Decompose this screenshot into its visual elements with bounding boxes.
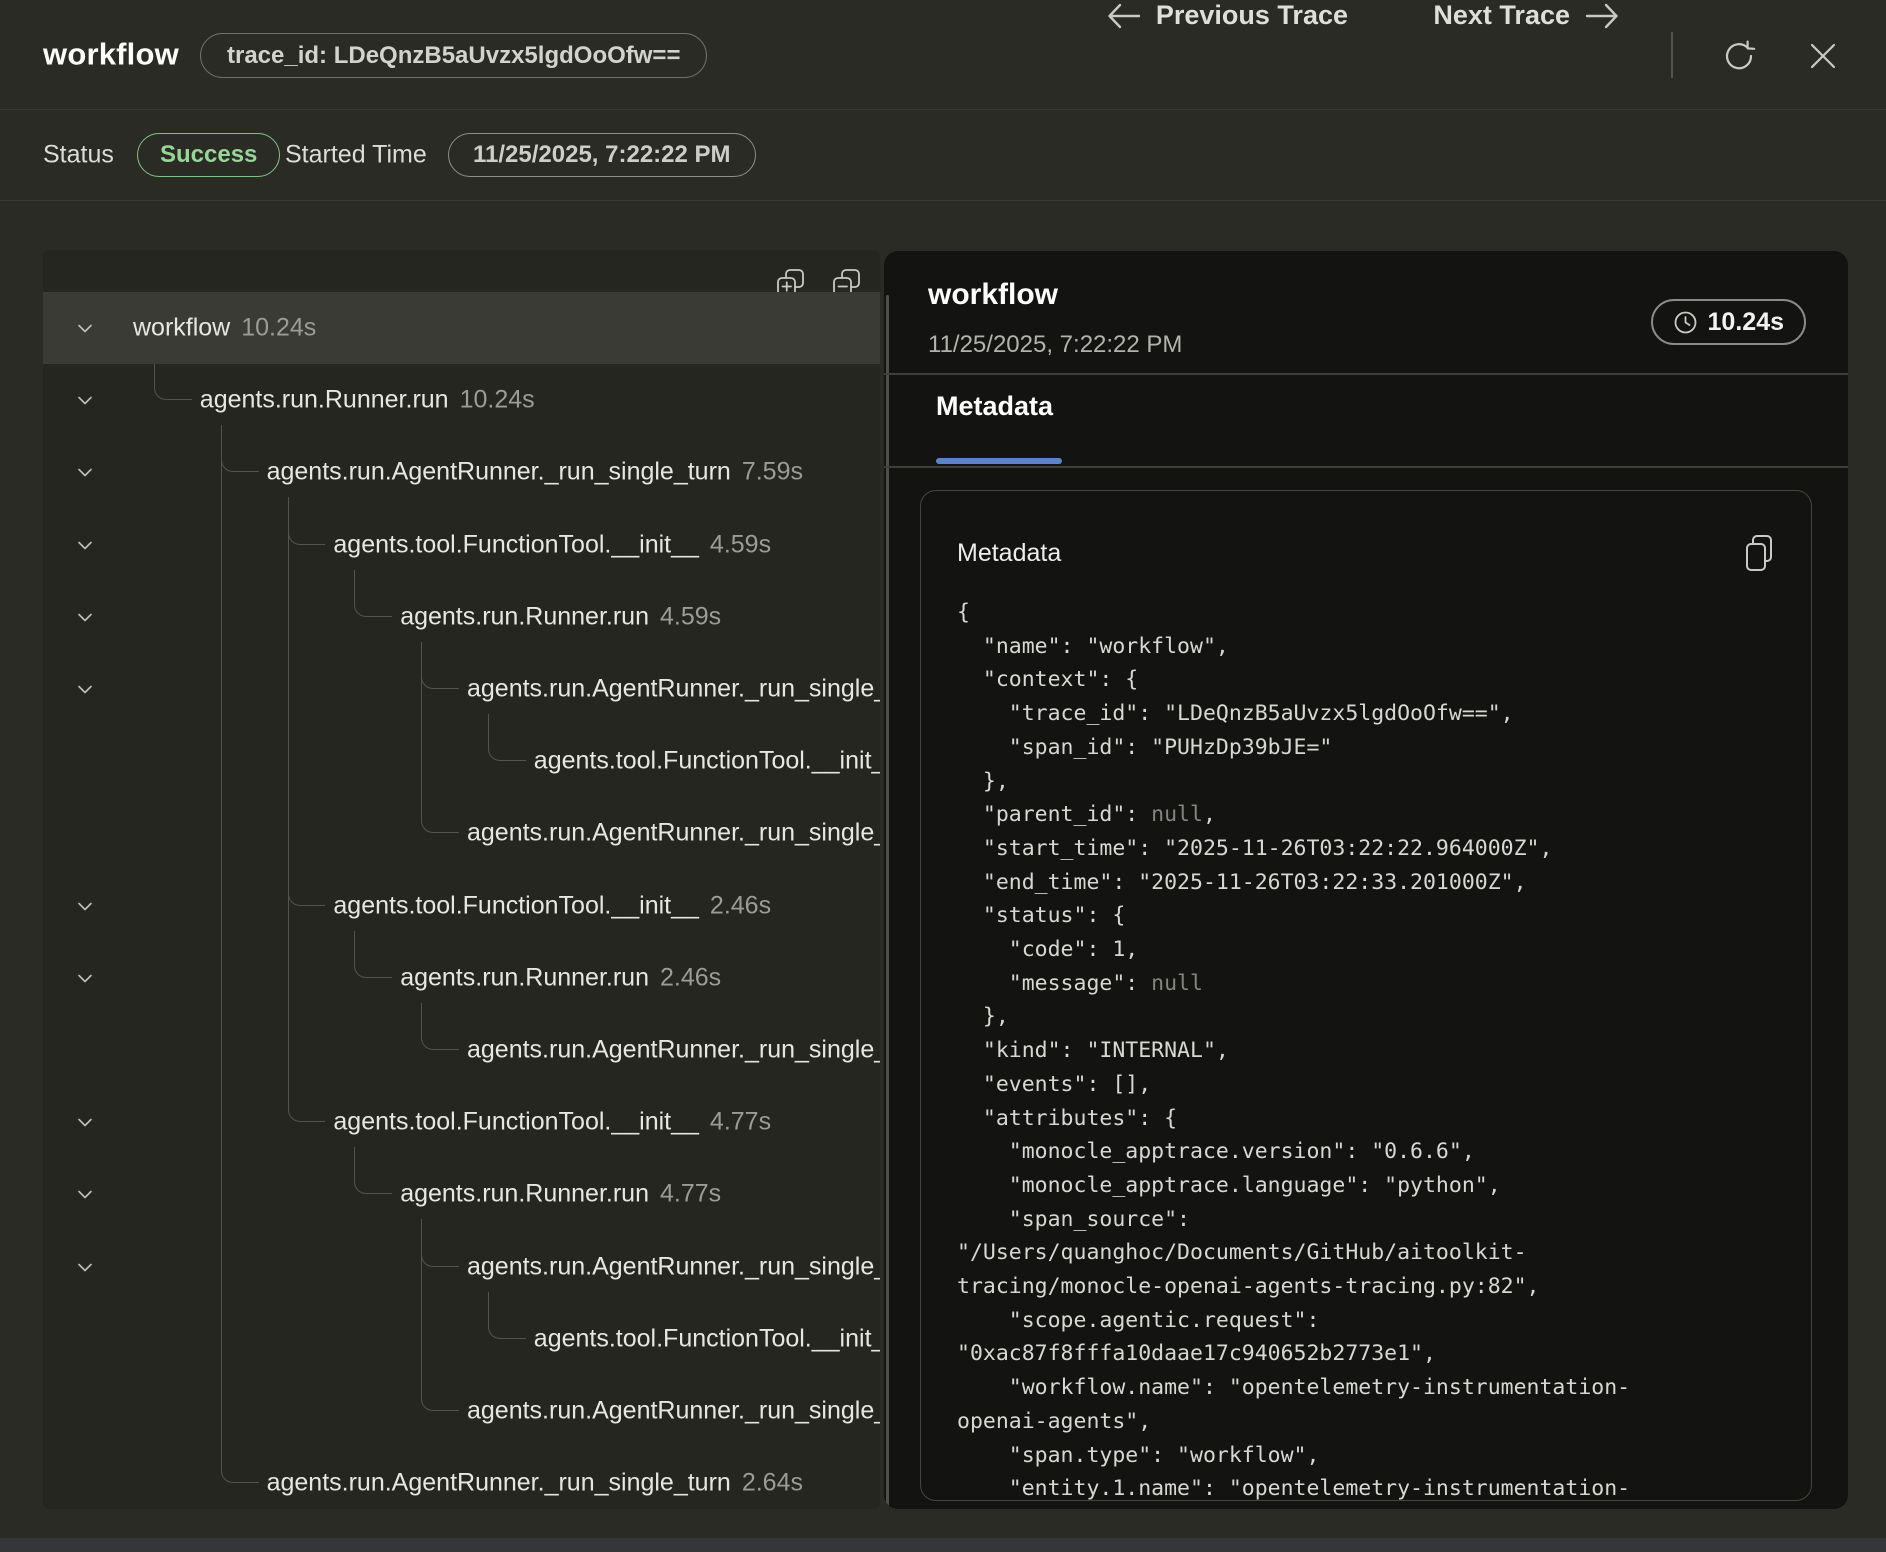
- span-name: agents.run.AgentRunner._run_single_turn7…: [267, 458, 803, 487]
- span-duration: 4.77s: [710, 1108, 771, 1136]
- tree-row[interactable]: agents.run.AgentRunner._run_single_turn: [43, 653, 880, 725]
- tab-metadata[interactable]: Metadata: [936, 391, 1053, 422]
- span-name: agents.tool.FunctionTool.__init__4.59s: [333, 530, 771, 559]
- chevron-down-icon[interactable]: [73, 533, 97, 557]
- next-trace-label: Next Trace: [1433, 0, 1570, 31]
- span-timestamp: 11/25/2025, 7:22:22 PM: [928, 331, 1182, 359]
- previous-trace-button[interactable]: Previous Trace: [1106, 0, 1348, 31]
- tree-row[interactable]: agents.tool.FunctionTool.__init__4.77s: [43, 1086, 880, 1158]
- tree-row[interactable]: agents.run.AgentRunner._run_single_turn2…: [43, 1447, 880, 1509]
- span-name: agents.run.Runner.run10.24s: [200, 386, 535, 415]
- close-icon: [1808, 41, 1838, 71]
- span-name: agents.run.AgentRunner._run_single_turn: [467, 1036, 880, 1065]
- tree-row[interactable]: agents.run.AgentRunner._run_single_turn7…: [43, 436, 880, 508]
- chevron-down-icon[interactable]: [73, 1255, 97, 1279]
- span-name: agents.run.Runner.run4.77s: [400, 1180, 721, 1209]
- started-time-label: Started Time: [285, 141, 427, 170]
- chevron-down-icon[interactable]: [73, 460, 97, 484]
- span-name: agents.run.AgentRunner._run_single_turn: [467, 1397, 880, 1426]
- status-bar: Status Success Started Time 11/25/2025, …: [0, 110, 1886, 201]
- metadata-card-title: Metadata: [957, 539, 1061, 568]
- tree-row[interactable]: agents.run.Runner.run4.77s: [43, 1158, 880, 1230]
- span-title: workflow: [928, 278, 1058, 312]
- tree-row[interactable]: agents.run.Runner.run10.24s: [43, 364, 880, 436]
- duration-value: 10.24s: [1708, 308, 1784, 337]
- divider: [884, 373, 1848, 375]
- chevron-down-icon[interactable]: [73, 316, 97, 340]
- span-duration: 2.64s: [742, 1469, 803, 1497]
- active-tab-indicator: [936, 458, 1062, 464]
- tree-row[interactable]: agents.tool.FunctionTool.__init__4.59s: [43, 509, 880, 581]
- status-badge: Success: [137, 133, 280, 177]
- span-name: agents.tool.FunctionTool.__init__4.77s: [333, 1108, 771, 1137]
- span-duration: 2.46s: [660, 963, 721, 991]
- span-duration: 10.24s: [241, 314, 316, 342]
- started-time-badge: 11/25/2025, 7:22:22 PM: [448, 133, 756, 177]
- arrow-left-icon: [1106, 1, 1142, 31]
- chevron-down-icon[interactable]: [73, 388, 97, 412]
- chevron-down-icon[interactable]: [73, 1110, 97, 1134]
- status-label: Status: [43, 141, 114, 170]
- span-tree-panel: workflow10.24s agents.run.Runner.run10.2…: [43, 250, 880, 1509]
- tree-row[interactable]: agents.run.AgentRunner._run_single_turn: [43, 1375, 880, 1447]
- tree-row[interactable]: agents.run.AgentRunner._run_single_turn: [43, 1231, 880, 1303]
- detail-scrollbar[interactable]: [886, 295, 889, 1507]
- span-name: agents.run.Runner.run2.46s: [400, 963, 721, 992]
- header: workflow trace_id: LDeQnzB5aUvzx5lgdOoOf…: [0, 0, 1886, 110]
- clock-icon: [1673, 310, 1698, 335]
- trace-viewer-window: workflow trace_id: LDeQnzB5aUvzx5lgdOoOf…: [0, 0, 1886, 1552]
- trace-id-badge: trace_id: LDeQnzB5aUvzx5lgdOoOfw==: [200, 33, 707, 78]
- chevron-down-icon[interactable]: [73, 677, 97, 701]
- span-name: agents.run.AgentRunner._run_single_turn: [467, 1252, 880, 1281]
- tree-row[interactable]: agents.run.Runner.run2.46s: [43, 942, 880, 1014]
- span-duration: 4.59s: [710, 530, 771, 558]
- span-duration: 2.46s: [710, 891, 771, 919]
- page-title: workflow: [43, 36, 179, 72]
- chevron-down-icon[interactable]: [73, 1182, 97, 1206]
- span-name: workflow10.24s: [133, 314, 316, 343]
- tree-row[interactable]: agents.run.AgentRunner._run_single_turn: [43, 797, 880, 869]
- span-duration: 7.59s: [742, 458, 803, 486]
- tree-row[interactable]: agents.tool.FunctionTool.__init__: [43, 1303, 880, 1375]
- tree-row[interactable]: agents.run.AgentRunner._run_single_turn: [43, 1014, 880, 1086]
- tree-row[interactable]: agents.tool.FunctionTool.__init__2.46s: [43, 870, 880, 942]
- span-name: agents.tool.FunctionTool.__init__2.46s: [333, 891, 771, 920]
- tree-row[interactable]: agents.run.Runner.run4.59s: [43, 581, 880, 653]
- copy-icon: [1741, 533, 1777, 573]
- chevron-down-icon[interactable]: [73, 605, 97, 629]
- tree-row[interactable]: agents.tool.FunctionTool.__init__: [43, 725, 880, 797]
- copy-button[interactable]: [1739, 531, 1779, 575]
- span-name: agents.run.AgentRunner._run_single_turn: [467, 675, 880, 704]
- span-duration: 10.24s: [460, 386, 535, 414]
- chevron-down-icon[interactable]: [73, 894, 97, 918]
- span-tree: workflow10.24s agents.run.Runner.run10.2…: [43, 250, 880, 1509]
- chevron-down-icon[interactable]: [73, 966, 97, 990]
- arrow-right-icon: [1584, 1, 1620, 31]
- metadata-card: Metadata { "name": "workflow", "context"…: [920, 490, 1812, 1501]
- close-button[interactable]: [1804, 37, 1842, 75]
- span-name: agents.run.AgentRunner._run_single_turn: [467, 819, 880, 848]
- previous-trace-label: Previous Trace: [1156, 0, 1348, 31]
- span-duration: 4.77s: [660, 1180, 721, 1208]
- metadata-json: { "name": "workflow", "context": { "trac…: [957, 596, 1781, 1501]
- bottom-window-edge: [0, 1538, 1886, 1552]
- span-name: agents.tool.FunctionTool.__init__: [534, 747, 880, 776]
- span-name: agents.run.AgentRunner._run_single_turn2…: [267, 1469, 803, 1498]
- tree-row[interactable]: workflow10.24s: [43, 292, 880, 364]
- span-name: agents.tool.FunctionTool.__init__: [534, 1324, 880, 1353]
- refresh-icon: [1722, 39, 1756, 73]
- divider: [884, 466, 1848, 468]
- span-duration: 4.59s: [660, 602, 721, 630]
- span-name: agents.run.Runner.run4.59s: [400, 602, 721, 631]
- next-trace-button[interactable]: Next Trace: [1433, 0, 1620, 31]
- refresh-button[interactable]: [1720, 37, 1758, 75]
- duration-badge: 10.24s: [1651, 299, 1806, 345]
- span-detail-panel: workflow 11/25/2025, 7:22:22 PM 10.24s M…: [884, 251, 1848, 1509]
- header-divider: [1671, 32, 1673, 78]
